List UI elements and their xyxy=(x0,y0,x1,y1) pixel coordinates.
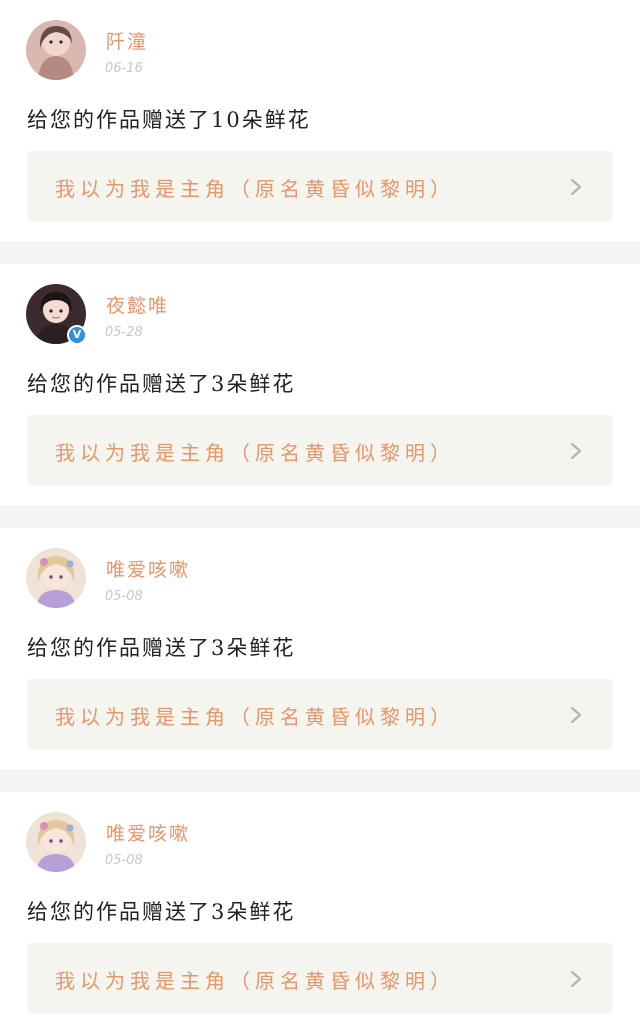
notification-item: 唯爱咳嗽 05-08 给您的作品赠送了3朵鲜花 我以为我是主角（原名黄昏似黎明） xyxy=(0,528,640,769)
chevron-right-icon xyxy=(567,177,585,197)
notification-list: 阡潼 06-16 给您的作品赠送了10朵鲜花 我以为我是主角（原名黄昏似黎明） … xyxy=(0,0,640,1017)
work-title: 我以为我是主角（原名黄昏似黎明） xyxy=(55,441,455,465)
chevron-right-icon xyxy=(567,705,585,725)
section-divider xyxy=(0,241,640,264)
user-avatar[interactable] xyxy=(26,548,86,608)
gift-message: 给您的作品赠送了3朵鲜花 xyxy=(27,636,296,660)
notification-item: 唯爱咳嗽 05-08 给您的作品赠送了3朵鲜花 我以为我是主角（原名黄昏似黎明） xyxy=(0,792,640,1017)
verified-badge-icon: V xyxy=(67,325,87,345)
avatar-image xyxy=(26,20,86,80)
work-link-card[interactable]: 我以为我是主角（原名黄昏似黎明） xyxy=(27,415,613,486)
section-divider xyxy=(0,505,640,528)
timestamp: 05-28 xyxy=(105,325,143,340)
username[interactable]: 夜懿唯 xyxy=(106,291,169,318)
chevron-right-icon xyxy=(567,441,585,461)
username[interactable]: 唯爱咳嗽 xyxy=(106,555,190,582)
timestamp: 05-08 xyxy=(105,589,143,604)
work-link-card[interactable]: 我以为我是主角（原名黄昏似黎明） xyxy=(27,679,613,750)
work-title: 我以为我是主角（原名黄昏似黎明） xyxy=(55,177,455,201)
user-avatar[interactable] xyxy=(26,20,86,80)
user-avatar[interactable] xyxy=(26,812,86,872)
work-title: 我以为我是主角（原名黄昏似黎明） xyxy=(55,705,455,729)
notification-item: 阡潼 06-16 给您的作品赠送了10朵鲜花 我以为我是主角（原名黄昏似黎明） xyxy=(0,0,640,241)
username[interactable]: 唯爱咳嗽 xyxy=(106,819,190,846)
work-link-card[interactable]: 我以为我是主角（原名黄昏似黎明） xyxy=(27,151,613,222)
avatar-image xyxy=(26,812,86,872)
notification-item: V 夜懿唯 05-28 给您的作品赠送了3朵鲜花 我以为我是主角（原名黄昏似黎明… xyxy=(0,264,640,505)
section-divider xyxy=(0,769,640,792)
gift-message: 给您的作品赠送了3朵鲜花 xyxy=(27,900,296,924)
work-link-card[interactable]: 我以为我是主角（原名黄昏似黎明） xyxy=(27,943,613,1014)
timestamp: 05-08 xyxy=(105,853,143,868)
username[interactable]: 阡潼 xyxy=(106,27,148,54)
gift-message: 给您的作品赠送了3朵鲜花 xyxy=(27,372,296,396)
chevron-right-icon xyxy=(567,969,585,989)
avatar-image xyxy=(26,548,86,608)
gift-message: 给您的作品赠送了10朵鲜花 xyxy=(27,108,311,132)
work-title: 我以为我是主角（原名黄昏似黎明） xyxy=(55,969,455,993)
timestamp: 06-16 xyxy=(105,61,143,76)
